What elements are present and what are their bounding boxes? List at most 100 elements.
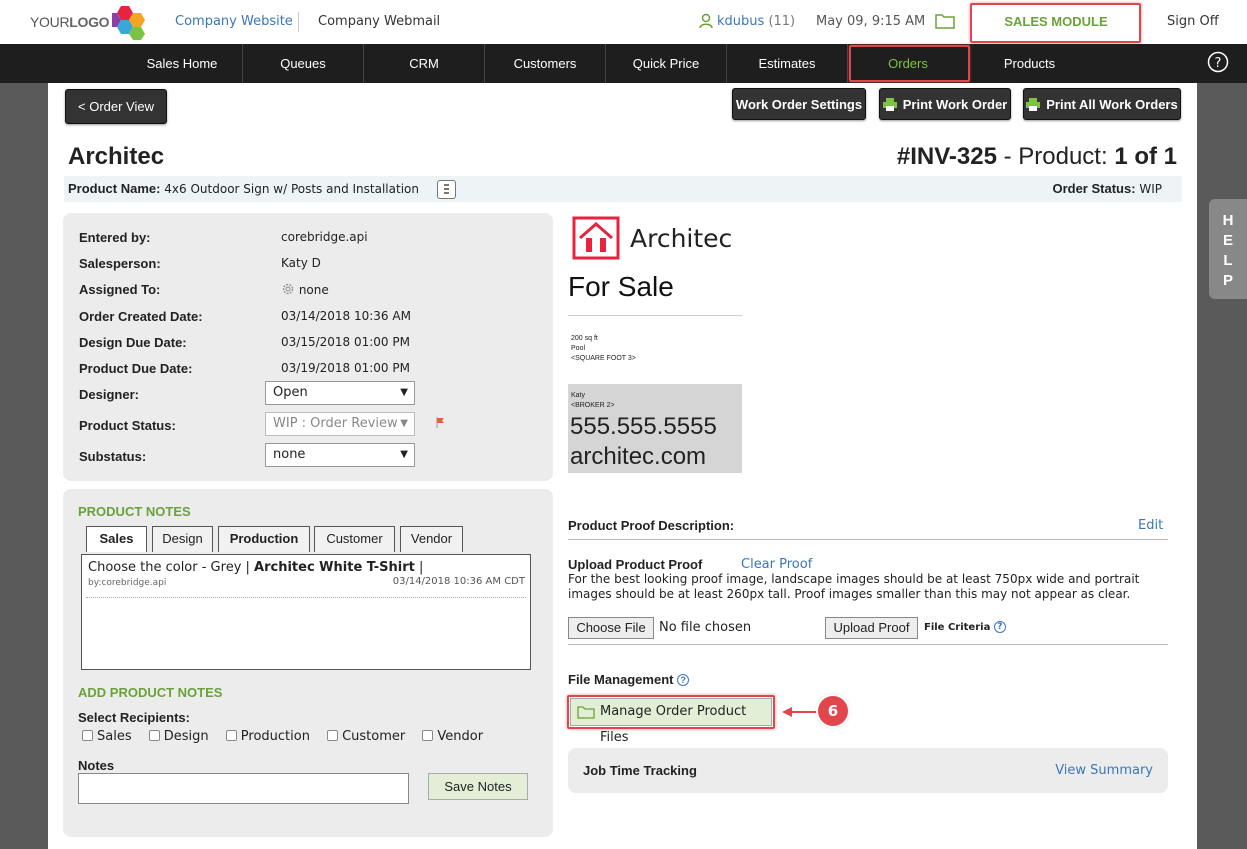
product-status-label: Product Status: bbox=[79, 418, 176, 433]
salesperson-value: Katy D bbox=[281, 256, 321, 270]
checkbox bbox=[82, 730, 93, 741]
substatus-select[interactable]: none ▼ bbox=[265, 443, 415, 467]
salesperson-label: Salesperson: bbox=[79, 256, 161, 271]
top-bar: YOURLOGO Company Website Company Webmail… bbox=[0, 0, 1247, 44]
note-text: Choose the color - Grey | Architec White… bbox=[88, 560, 424, 575]
proof-description-label: Product Proof Description: bbox=[568, 518, 735, 533]
company-website-link[interactable]: Company Website bbox=[175, 14, 293, 29]
designer-label: Designer: bbox=[79, 387, 139, 402]
folder-icon[interactable] bbox=[935, 12, 955, 34]
svg-text:?: ? bbox=[1215, 56, 1222, 71]
file-management-label: File Management ? bbox=[568, 672, 690, 687]
design-due-value: 03/15/2018 01:00 PM bbox=[281, 335, 410, 349]
invoice-product-header: #INV-325 - Product: 1 of 1 bbox=[896, 143, 1177, 170]
order-info-panel: Entered by: corebridge.api Salesperson: Ka… bbox=[63, 213, 553, 481]
proof-phone: 555.555.5555 bbox=[570, 413, 717, 440]
nav-customers[interactable]: Customers bbox=[485, 44, 606, 83]
main-nav: Sales Home Queues CRM Customers Quick Pr… bbox=[0, 44, 1247, 83]
edit-link[interactable]: Edit bbox=[1138, 518, 1163, 533]
notes-tabs: Sales Design Production Customer Vendor bbox=[86, 526, 536, 554]
note-date: 03/14/2018 10:36 AM CDT bbox=[392, 576, 525, 587]
tab-customer[interactable]: Customer bbox=[314, 526, 395, 552]
tab-production[interactable]: Production bbox=[218, 526, 310, 552]
no-file-chosen-text: No file chosen bbox=[659, 620, 752, 635]
file-criteria[interactable]: File Criteria ? bbox=[924, 621, 1006, 633]
company-logo[interactable]: YOURLOGO bbox=[30, 4, 150, 40]
recipient-design[interactable]: Design bbox=[148, 729, 209, 744]
help-side-tab[interactable]: H E L P bbox=[1209, 199, 1247, 299]
nav-quick-price[interactable]: Quick Price bbox=[606, 44, 727, 83]
job-time-tracking-panel: Job Time Tracking View Summary bbox=[568, 748, 1168, 793]
order-view-button[interactable]: < Order View bbox=[65, 89, 167, 124]
work-order-settings-button[interactable]: Work Order Settings bbox=[732, 88, 866, 120]
nav-sales-home[interactable]: Sales Home bbox=[122, 44, 243, 83]
tab-design[interactable]: Design bbox=[152, 526, 213, 552]
upload-proof-button[interactable]: Upload Proof bbox=[825, 617, 918, 639]
substatus-label: Substatus: bbox=[79, 449, 147, 464]
entered-by-label: Entered by: bbox=[79, 230, 151, 245]
divider bbox=[298, 12, 299, 32]
checkbox bbox=[225, 730, 237, 741]
highlight-manage-files bbox=[567, 695, 775, 729]
divider bbox=[568, 315, 742, 316]
help-circle-icon[interactable]: ? bbox=[1207, 51, 1229, 77]
main-content: < Order View Work Order Settings Print W… bbox=[48, 83, 1197, 849]
nav-estimates[interactable]: Estimates bbox=[727, 44, 848, 83]
user-icon bbox=[698, 13, 714, 33]
proof-website: architec.com bbox=[570, 443, 707, 470]
product-notes-panel: PRODUCT NOTES Sales Design Production Cu… bbox=[63, 489, 553, 837]
sign-off-link[interactable]: Sign Off bbox=[1167, 14, 1219, 29]
proof-broker: Katy <BROKER 2> bbox=[571, 392, 615, 409]
logo-text-bold: LOGO bbox=[69, 14, 110, 30]
created-value: 03/14/2018 10:36 AM bbox=[281, 309, 411, 323]
dropdown-arrow-icon: ▼ bbox=[400, 418, 408, 429]
nav-products[interactable]: Products bbox=[969, 44, 1090, 83]
notes-textarea[interactable] bbox=[78, 773, 409, 804]
entered-by-value: corebridge.api bbox=[281, 230, 368, 244]
save-notes-button[interactable]: Save Notes bbox=[428, 773, 528, 800]
divider bbox=[568, 644, 1168, 645]
username-link[interactable]: kdubus (11) bbox=[717, 14, 795, 29]
product-details-icon[interactable] bbox=[437, 180, 456, 199]
add-product-notes-title: ADD PRODUCT NOTES bbox=[78, 685, 223, 700]
recipient-production[interactable]: Production bbox=[225, 729, 310, 744]
choose-file-button[interactable]: Choose File bbox=[568, 617, 654, 639]
designer-select[interactable]: Open ▼ bbox=[265, 381, 415, 405]
nav-queues[interactable]: Queues bbox=[243, 44, 364, 83]
print-work-order-button[interactable]: Print Work Order bbox=[879, 88, 1011, 120]
created-label: Order Created Date: bbox=[79, 309, 203, 324]
recipient-checkboxes: Sales Design Production Customer Vendor bbox=[82, 729, 483, 744]
notes-label: Notes bbox=[78, 758, 115, 773]
view-summary-link[interactable]: View Summary bbox=[1055, 763, 1153, 778]
print-work-order-label: Print Work Order bbox=[902, 96, 1008, 112]
note-author: by:corebridge.api bbox=[88, 578, 167, 588]
page-title: Architec bbox=[68, 143, 165, 170]
callout-badge: 6 bbox=[818, 696, 848, 726]
printer-icon bbox=[1026, 97, 1041, 111]
architec-logo-icon bbox=[572, 216, 620, 260]
product-due-label: Product Due Date: bbox=[79, 361, 193, 376]
recipient-vendor[interactable]: Vendor bbox=[422, 729, 483, 744]
help-icon: ? bbox=[677, 674, 690, 686]
recipient-sales[interactable]: Sales bbox=[82, 729, 132, 744]
company-webmail-link[interactable]: Company Webmail bbox=[318, 14, 440, 29]
product-status-select[interactable]: WIP : Order Review ▼ bbox=[265, 412, 415, 436]
proof-contact-block: Katy <BROKER 2> 555.555.5555 architec.com bbox=[568, 384, 742, 473]
product-notes-title: PRODUCT NOTES bbox=[78, 504, 191, 519]
checkbox bbox=[327, 730, 339, 741]
clear-proof-link[interactable]: Clear Proof bbox=[741, 557, 812, 572]
print-all-work-orders-button[interactable]: Print All Work Orders bbox=[1023, 88, 1181, 120]
proof-headline: For Sale bbox=[568, 271, 674, 302]
assigned-to-value[interactable]: none bbox=[281, 282, 329, 297]
gear-icon bbox=[282, 283, 294, 295]
recipient-customer[interactable]: Customer bbox=[327, 729, 405, 744]
tab-vendor[interactable]: Vendor bbox=[400, 526, 463, 552]
nav-crm[interactable]: CRM bbox=[364, 44, 485, 83]
design-due-label: Design Due Date: bbox=[79, 335, 187, 350]
tab-sales[interactable]: Sales bbox=[86, 526, 147, 552]
help-icon: ? bbox=[993, 621, 1006, 633]
highlight-sales-module bbox=[970, 3, 1141, 43]
upload-help-text: For the best looking proof image, landsc… bbox=[568, 572, 1140, 601]
dropdown-arrow-icon: ▼ bbox=[400, 449, 408, 460]
logo-hex-icon bbox=[112, 6, 145, 40]
